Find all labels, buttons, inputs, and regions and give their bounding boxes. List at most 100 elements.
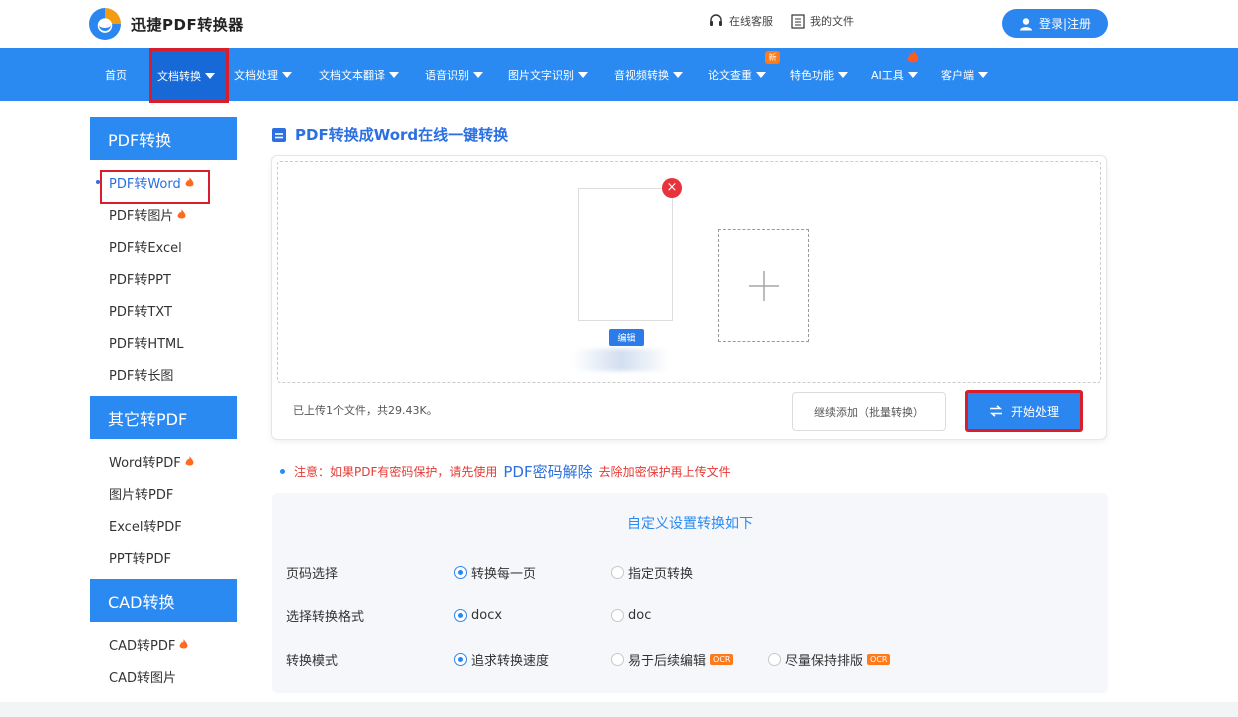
upload-card: × 编辑 已上传1个文件，共29.43K。 继续添加（批量转换） 开始处理 [271,155,1107,440]
nav-client[interactable]: 客户端 [941,48,988,101]
caret-down-icon [907,71,918,78]
nav-label: 音视频转换 [614,68,669,82]
file-list-icon [791,13,805,29]
edit-file-button[interactable]: 编辑 [609,329,644,346]
setting-label: 页码选择 [286,566,339,582]
sidebar-item-excel-to-pdf[interactable]: Excel转PDF [90,509,237,541]
sidebar-item-label: Excel转PDF [109,519,182,535]
continue-add-button[interactable]: 继续添加（批量转换） [792,392,946,431]
online-service-label: 在线客服 [729,15,773,28]
nav-home[interactable]: 首页 [105,48,127,101]
nav-label: 文档处理 [234,68,278,82]
sidebar-item-word-to-pdf[interactable]: Word转PDF [90,445,237,477]
login-register-label: 登录|注册 [1038,17,1092,31]
my-files-link[interactable]: 我的文件 [791,13,854,29]
caret-down-icon [978,71,988,78]
radio-editable-mode[interactable]: 易于后续编辑 OCR [611,650,734,669]
nav-av-convert[interactable]: 音视频转换 [614,48,683,101]
sidebar-section-title: PDF转换 [90,117,237,160]
nav-special-features[interactable]: 特色功能 [790,48,848,101]
online-service-link[interactable]: 在线客服 [708,13,773,29]
radio-layout-mode[interactable]: 尽量保持排版 OCR [768,650,891,669]
convert-mode-row: 转换模式 追求转换速度 易于后续编辑 OCR 尽量保持排版 OCR [272,649,1108,669]
sidebar-section-title: 其它转PDF [90,396,237,439]
settings-title: 自定义设置转换如下 [627,516,753,532]
sidebar-item-pdf-to-long-image[interactable]: PDF转长图 [90,358,237,390]
option-label: doc [628,607,652,623]
nav-doc-translate[interactable]: 文档文本翻译 [319,48,399,101]
radio-speed-mode[interactable]: 追求转换速度 [454,650,549,669]
sidebar-item-pdf-to-txt[interactable]: PDF转TXT [90,294,237,326]
login-register-button[interactable]: 登录|注册 [1002,9,1108,38]
option-label: 易于后续编辑 [628,653,707,669]
nav-label: 论文查重 [708,68,752,82]
sidebar-section-title: CAD转换 [90,579,237,622]
user-icon [1019,17,1032,30]
nav-doc-process[interactable]: 文档处理 [234,48,292,101]
top-header: 迅捷PDF转换器 在线客服 我的文件 登录|注册 [0,0,1238,48]
drop-zone[interactable]: × 编辑 [277,161,1101,383]
pdf-password-remove-link[interactable]: PDF密码解除 [503,461,592,482]
sidebar-item-pdf-to-html[interactable]: PDF转HTML [90,326,237,358]
nav-label: 客户端 [941,68,974,82]
nav-paper-check[interactable]: 论文查重 新 [708,48,780,101]
sidebar-item-cad-to-image[interactable]: CAD转图片 [90,660,237,692]
radio-all-pages[interactable]: 转换每一页 [454,563,536,582]
sidebar-item-label: PPT转PDF [109,551,171,567]
sidebar-item-image-to-pdf[interactable]: 图片转PDF [90,477,237,509]
start-process-label: 开始处理 [1010,404,1059,419]
fire-icon [185,455,194,465]
logo[interactable]: 迅捷PDF转换器 [89,8,244,40]
radio-checked-icon [454,652,467,666]
file-name [573,349,669,371]
add-file-button[interactable] [718,229,809,342]
notice-suffix: 去除加密保护再上传文件 [598,465,731,479]
nav-label: 文档转换 [157,69,201,83]
caret-down-icon [389,71,399,78]
headset-icon [710,14,722,26]
fire-icon [179,638,188,648]
ocr-badge: OCR [867,653,891,665]
sidebar-item-label: CAD转图片 [109,670,176,686]
radio-doc[interactable]: doc [611,608,651,623]
bullet-icon [280,469,285,474]
ocr-badge: OCR [710,653,734,665]
sidebar: PDF转换 PDF转Word PDF转图片 PDF转Excel PDF转PPT … [90,117,237,698]
setting-label: 选择转换格式 [286,609,365,625]
sidebar-item-cad-to-pdf[interactable]: CAD转PDF [90,628,237,660]
radio-unchecked-icon [768,652,781,666]
sidebar-item-ppt-to-pdf[interactable]: PPT转PDF [90,541,237,573]
start-process-button[interactable]: 开始处理 [965,390,1083,432]
sidebar-item-label: PDF转PPT [109,272,171,288]
nav-label: 首页 [105,68,127,82]
radio-specific-pages[interactable]: 指定页转换 [611,563,693,582]
caret-down-icon [756,71,766,78]
file-thumbnail[interactable] [578,188,673,321]
caret-down-icon [673,71,683,78]
sidebar-item-pdf-to-ppt[interactable]: PDF转PPT [90,262,237,294]
sidebar-item-label: PDF转图片 [109,208,174,224]
page-title-text: PDF转换成Word在线一键转换 [295,126,509,144]
sidebar-item-label: PDF转TXT [109,304,172,320]
new-badge: 新 [765,51,780,64]
sidebar-item-label: PDF转HTML [109,336,184,352]
caret-down-icon [282,71,292,78]
option-label: docx [471,607,503,623]
fire-icon [177,208,186,218]
page-selection-row: 页码选择 转换每一页 指定页转换 [272,562,1108,582]
password-notice: 注意：如果PDF有密码保护，请先使用 PDF密码解除 去除加密保护再上传文件 [280,461,731,482]
sidebar-item-label: PDF转Excel [109,240,182,256]
document-icon [272,127,286,142]
sidebar-item-label: CAD转PDF [109,638,176,654]
nav-doc-convert[interactable]: 文档转换 [149,48,229,103]
option-label: 指定页转换 [628,566,694,582]
nav-speech-recognition[interactable]: 语音识别 [425,48,483,101]
nav-image-ocr[interactable]: 图片文字识别 [508,48,588,101]
format-selection-row: 选择转换格式 docx doc [272,605,1108,625]
nav-ai-tools[interactable]: AI工具 [871,48,919,101]
remove-file-button[interactable]: × [662,178,682,198]
sidebar-item-pdf-to-excel[interactable]: PDF转Excel [90,230,237,262]
caret-down-icon [473,71,483,78]
radio-docx[interactable]: docx [454,608,502,623]
page-bottom-strip [0,702,1238,717]
